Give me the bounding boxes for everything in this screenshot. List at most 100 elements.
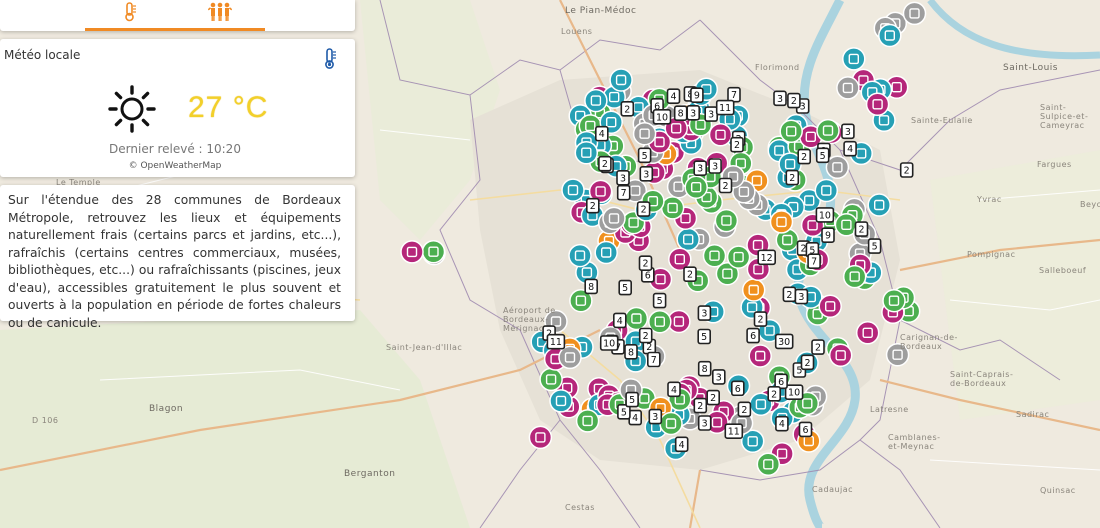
park-marker[interactable] xyxy=(726,245,751,269)
commerce-marker[interactable] xyxy=(836,76,860,100)
water-marker[interactable] xyxy=(561,178,585,202)
culture-marker[interactable] xyxy=(828,343,853,368)
park-marker[interactable] xyxy=(842,264,867,289)
culture-marker[interactable] xyxy=(708,123,733,147)
cluster-count-marker[interactable]: 9 xyxy=(821,227,835,243)
cluster-count-marker[interactable]: 8 xyxy=(673,105,688,121)
cluster-count-marker[interactable]: 4 xyxy=(666,88,681,104)
park-marker[interactable] xyxy=(684,175,708,199)
cluster-count-marker[interactable]: 3 xyxy=(697,305,712,321)
tab-temperature[interactable] xyxy=(85,0,175,31)
commerce-marker[interactable] xyxy=(902,1,927,26)
water-marker[interactable] xyxy=(867,193,891,217)
cluster-count-marker[interactable]: 2 xyxy=(638,255,653,272)
cluster-count-marker[interactable]: 4 xyxy=(775,415,789,432)
cluster-count-marker[interactable]: 6 xyxy=(746,327,760,344)
cluster-count-marker[interactable]: 7 xyxy=(727,86,741,103)
cluster-count-marker[interactable]: 2 xyxy=(706,389,721,406)
park-marker[interactable] xyxy=(539,367,563,392)
park-marker[interactable] xyxy=(756,452,781,477)
water-marker[interactable] xyxy=(814,178,839,203)
cluster-count-marker[interactable]: 2 xyxy=(767,385,782,402)
park-marker[interactable] xyxy=(816,118,840,143)
cluster-count-marker[interactable]: 2 xyxy=(598,155,612,172)
cluster-count-marker[interactable]: 3 xyxy=(773,90,787,107)
cluster-count-marker[interactable]: 10 xyxy=(784,384,804,401)
cluster-count-marker[interactable]: 2 xyxy=(620,101,635,117)
cluster-count-marker[interactable]: 7 xyxy=(807,253,821,269)
water-marker[interactable] xyxy=(609,68,633,92)
cluster-count-marker[interactable]: 2 xyxy=(854,221,869,237)
cluster-count-marker[interactable]: 2 xyxy=(785,169,800,186)
cluster-count-marker[interactable]: 3 xyxy=(686,105,701,121)
cluster-count-marker[interactable]: 5 xyxy=(618,279,633,296)
park-marker[interactable] xyxy=(660,196,685,220)
cluster-count-marker[interactable]: 11 xyxy=(546,333,566,350)
cluster-count-marker[interactable]: 2 xyxy=(585,197,600,214)
cluster-count-marker[interactable]: 8 xyxy=(624,343,638,360)
water-marker[interactable] xyxy=(676,227,700,252)
cluster-count-marker[interactable]: 5 xyxy=(867,238,882,254)
cluster-count-marker[interactable]: 2 xyxy=(638,327,653,344)
cluster-count-marker[interactable]: 12 xyxy=(757,249,777,266)
cluster-count-marker[interactable]: 2 xyxy=(636,201,651,217)
cluster-count-marker[interactable]: 9 xyxy=(690,87,704,103)
cluster-count-marker[interactable]: 3 xyxy=(639,166,654,182)
park-marker[interactable] xyxy=(575,409,600,433)
sport-marker[interactable] xyxy=(769,210,794,234)
cluster-count-marker[interactable]: 2 xyxy=(899,162,914,178)
cluster-count-marker[interactable]: 2 xyxy=(730,136,744,153)
water-marker[interactable] xyxy=(594,240,618,265)
cluster-count-marker[interactable]: 2 xyxy=(693,397,708,414)
commerce-marker[interactable] xyxy=(632,121,657,146)
water-marker[interactable] xyxy=(568,243,592,268)
sport-marker[interactable] xyxy=(741,278,766,302)
cluster-count-marker[interactable]: 10 xyxy=(599,335,619,351)
cluster-count-marker[interactable]: 8 xyxy=(584,278,599,295)
culture-marker[interactable] xyxy=(748,344,772,368)
cluster-count-marker[interactable]: 5 xyxy=(815,147,830,164)
cluster-count-marker[interactable]: 3 xyxy=(841,123,855,140)
cluster-count-marker[interactable]: 2 xyxy=(683,266,697,283)
cluster-count-marker[interactable]: 30 xyxy=(774,333,794,350)
culture-marker[interactable] xyxy=(855,321,880,345)
cluster-count-marker[interactable]: 3 xyxy=(711,369,726,385)
park-marker[interactable] xyxy=(659,411,683,436)
culture-marker[interactable] xyxy=(528,425,553,450)
culture-marker[interactable] xyxy=(865,92,890,117)
cluster-count-marker[interactable]: 2 xyxy=(800,354,815,371)
park-marker[interactable] xyxy=(882,288,906,313)
culture-marker[interactable] xyxy=(818,294,842,319)
cluster-count-marker[interactable]: 3 xyxy=(648,408,663,425)
water-marker[interactable] xyxy=(549,389,573,413)
cluster-count-marker[interactable]: 10 xyxy=(652,109,672,125)
park-marker[interactable] xyxy=(421,239,446,264)
cluster-count-marker[interactable]: 2 xyxy=(737,401,752,418)
park-marker[interactable] xyxy=(714,208,739,233)
water-marker[interactable] xyxy=(584,88,608,113)
cluster-count-marker[interactable]: 10 xyxy=(815,207,835,223)
cluster-count-marker[interactable]: 2 xyxy=(753,311,768,327)
cluster-count-marker[interactable]: 5 xyxy=(637,147,652,164)
cluster-count-marker[interactable]: 4 xyxy=(612,312,627,329)
cluster-count-marker[interactable]: 6 xyxy=(798,421,813,438)
cluster-count-marker[interactable]: 2 xyxy=(797,148,812,165)
cluster-count-marker[interactable]: 4 xyxy=(843,140,857,157)
water-marker[interactable] xyxy=(574,140,599,165)
cluster-count-marker[interactable]: 3 xyxy=(697,415,712,431)
cluster-count-marker[interactable]: 7 xyxy=(646,351,661,368)
cluster-count-marker[interactable]: 11 xyxy=(724,423,744,440)
cluster-count-marker[interactable]: 5 xyxy=(625,391,639,408)
cluster-count-marker[interactable]: 3 xyxy=(616,170,630,186)
cluster-count-marker[interactable]: 11 xyxy=(715,99,735,116)
cluster-count-marker[interactable]: 4 xyxy=(667,381,681,398)
cluster-count-marker[interactable]: 4 xyxy=(628,409,643,426)
cluster-count-marker[interactable]: 3 xyxy=(704,106,719,122)
park-marker[interactable] xyxy=(779,119,803,144)
cluster-count-marker[interactable]: 2 xyxy=(811,339,825,355)
tab-people[interactable] xyxy=(175,0,265,31)
cluster-count-marker[interactable]: 8 xyxy=(697,360,712,377)
cluster-count-marker[interactable]: 3 xyxy=(794,288,809,305)
commerce-marker[interactable] xyxy=(825,155,850,180)
cluster-count-marker[interactable]: 4 xyxy=(594,125,609,142)
